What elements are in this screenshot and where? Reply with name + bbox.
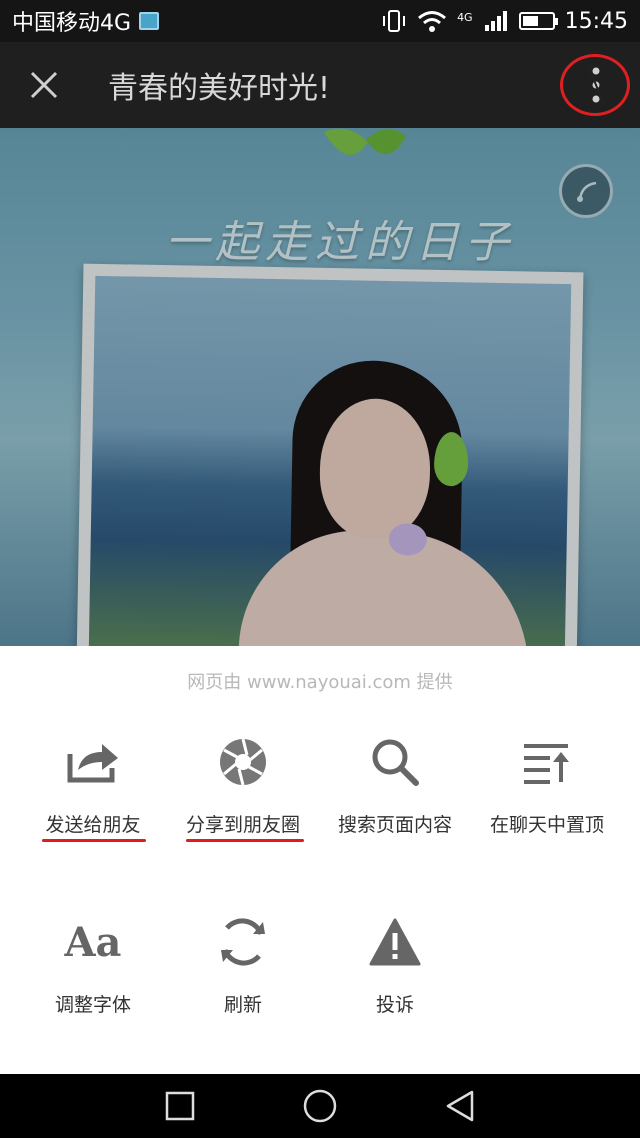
battery-level (522, 16, 538, 26)
vibrate-icon (383, 10, 406, 32)
pin-to-top-button[interactable]: 在聊天中置顶 (472, 732, 622, 862)
moments-shutter-icon (213, 732, 273, 792)
system-nav-bar (0, 1074, 640, 1138)
share-to-friend-icon (63, 732, 123, 792)
action-label: 发送给朋友 (45, 814, 141, 836)
send-to-friend-button[interactable]: 发送给朋友 (18, 732, 168, 862)
annotation-circle (560, 54, 630, 116)
home-icon (303, 1089, 337, 1123)
image-notification-icon (139, 12, 160, 30)
dim-overlay (0, 128, 640, 646)
carrier-name: 中国移动4G (12, 11, 132, 36)
action-label: 搜索页面内容 (337, 814, 452, 836)
status-bar: 中国移动4G 4G 15:45 (0, 0, 640, 42)
back-button[interactable] (428, 1074, 492, 1138)
recent-apps-icon (165, 1091, 195, 1121)
signal-icon (484, 11, 507, 31)
provider-text: 网页由 www.nayouai.com 提供 (187, 672, 453, 693)
page-title: 青春的美好时光! (108, 71, 331, 106)
pin-to-top-icon (517, 732, 577, 792)
action-label: 刷新 (223, 994, 262, 1016)
close-button[interactable] (0, 42, 88, 128)
refresh-icon (213, 912, 273, 972)
wifi-icon (418, 11, 447, 32)
home-button[interactable] (288, 1074, 352, 1138)
carrier-group: 中国移动4G (12, 5, 160, 37)
top-app-bar: 青春的美好时光! (0, 42, 640, 128)
action-label: 分享到朋友圈 (185, 814, 300, 836)
highlight-underline (42, 839, 146, 842)
share-sheet: 网页由 www.nayouai.com 提供 发送给朋友 分享到朋友圈 搜索页面… (0, 646, 640, 1074)
report-button[interactable]: 投诉 (320, 912, 470, 1042)
webpage-view[interactable]: 一起走过的日子 (0, 128, 640, 646)
search-page-button[interactable]: 搜索页面内容 (320, 732, 470, 862)
search-icon (365, 732, 425, 792)
warning-icon (365, 912, 425, 972)
highlight-underline (186, 839, 304, 842)
action-label: 调整字体 (54, 994, 131, 1016)
font-size-icon: Aa (64, 918, 122, 966)
adjust-font-button[interactable]: Aa 调整字体 (18, 912, 168, 1042)
share-to-moments-button[interactable]: 分享到朋友圈 (168, 732, 318, 862)
close-icon (30, 71, 58, 99)
battery-icon (518, 12, 558, 30)
back-icon (446, 1090, 474, 1122)
action-label: 在聊天中置顶 (489, 814, 604, 836)
status-icons: 4G 15:45 (381, 9, 628, 34)
action-label: 投诉 (375, 994, 414, 1016)
network-type: 4G (457, 10, 473, 24)
recent-apps-button[interactable] (148, 1074, 212, 1138)
clock: 15:45 (564, 8, 628, 34)
refresh-button[interactable]: 刷新 (168, 912, 318, 1042)
